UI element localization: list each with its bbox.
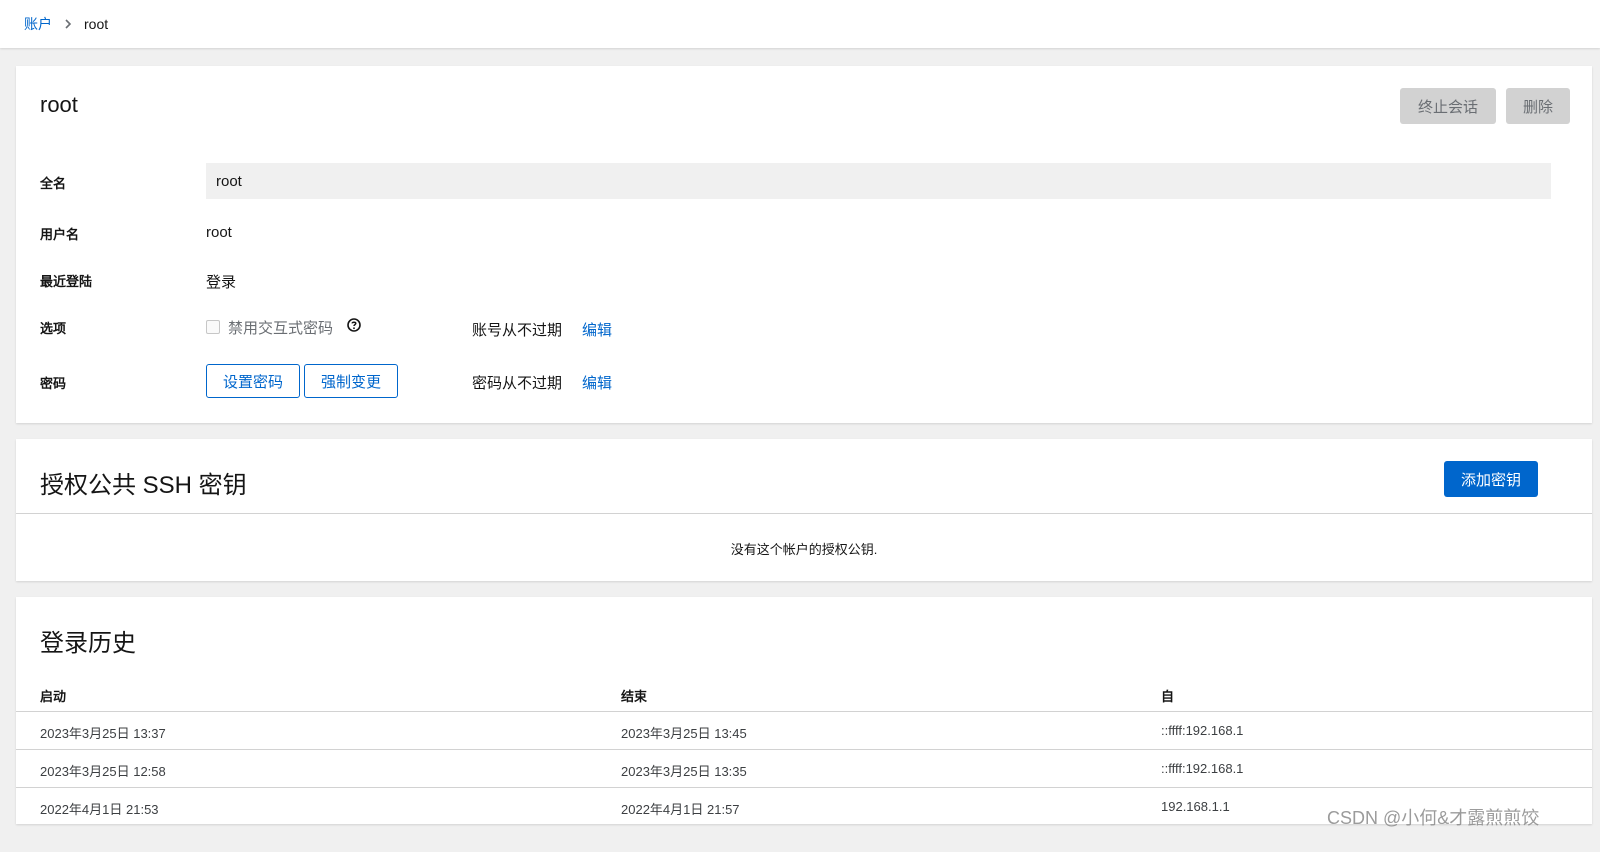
account-card: root 终止会话 删除 全名 root 用户名 root 最近登陆 登录 选项… xyxy=(16,66,1592,423)
account-expiry-edit-link[interactable]: 编辑 xyxy=(582,319,612,340)
ssh-empty-message: 没有这个帐户的授权公钥. xyxy=(730,542,878,557)
breadcrumb-current: root xyxy=(84,16,109,32)
account-expiry-text: 账号从不过期 xyxy=(472,322,563,339)
password-expiry-edit-link[interactable]: 编辑 xyxy=(582,372,612,393)
password-label: 密码 xyxy=(40,376,67,391)
chevron-right-icon xyxy=(64,19,72,29)
login-history-card: 登录历史 启动 结束 自 2023年3月25日 13:37 2023年3月25日… xyxy=(16,597,1592,824)
account-title: root xyxy=(40,92,78,117)
username-label: 用户名 xyxy=(40,227,80,242)
cell-from: ::ffff:192.168.1 xyxy=(1161,761,1244,776)
table-row: 2023年3月25日 12:58 2023年3月25日 13:35 ::ffff… xyxy=(16,750,1592,788)
delete-account-button[interactable]: 删除 xyxy=(1506,88,1570,124)
last-login-value: 登录 xyxy=(206,274,237,291)
terminate-session-button[interactable]: 终止会话 xyxy=(1400,88,1496,124)
cell-from: ::ffff:192.168.1 xyxy=(1161,723,1244,738)
cell-end: 2023年3月25日 13:45 xyxy=(621,726,747,741)
column-header-start: 启动 xyxy=(40,689,67,704)
disable-interactive-password-checkbox[interactable] xyxy=(206,320,220,334)
cell-from: 192.168.1.1 xyxy=(1161,799,1230,814)
breadcrumb-accounts-link[interactable]: 账户 xyxy=(24,14,52,34)
last-login-label: 最近登陆 xyxy=(40,274,93,289)
cell-start: 2023年3月25日 13:37 xyxy=(40,726,166,741)
login-history-title: 登录历史 xyxy=(40,630,136,657)
password-expiry-text: 密码从不过期 xyxy=(472,375,563,392)
ssh-keys-title: 授权公共 SSH 密钥 xyxy=(40,472,247,499)
options-label: 选项 xyxy=(40,321,67,336)
disable-interactive-password-label: 禁用交互式密码 xyxy=(228,320,334,337)
set-password-button[interactable]: 设置密码 xyxy=(206,364,300,398)
cell-start: 2022年4月1日 21:53 xyxy=(40,802,159,817)
question-circle-icon[interactable] xyxy=(347,318,361,332)
cell-end: 2023年3月25日 13:35 xyxy=(621,764,747,779)
column-header-from: 自 xyxy=(1161,689,1175,704)
fullname-label: 全名 xyxy=(40,176,67,191)
fullname-field[interactable]: root xyxy=(206,163,1551,199)
login-history-table: 启动 结束 自 2023年3月25日 13:37 2023年3月25日 13:4… xyxy=(16,675,1592,825)
watermark: CSDN @小何&才露煎煎饺 xyxy=(1327,808,1540,828)
cell-start: 2023年3月25日 12:58 xyxy=(40,764,166,779)
force-change-button[interactable]: 强制变更 xyxy=(304,364,398,398)
ssh-keys-card: 授权公共 SSH 密钥 添加密钥 没有这个帐户的授权公钥. xyxy=(16,439,1592,581)
username-value: root xyxy=(206,224,232,241)
breadcrumb-bar: 账户 root xyxy=(0,0,1600,48)
table-row: 2023年3月25日 13:37 2023年3月25日 13:45 ::ffff… xyxy=(16,712,1592,750)
divider xyxy=(16,513,1592,514)
cell-end: 2022年4月1日 21:57 xyxy=(621,802,740,817)
column-header-end: 结束 xyxy=(621,689,648,704)
add-key-button[interactable]: 添加密钥 xyxy=(1444,461,1538,497)
table-header: 启动 结束 自 xyxy=(16,675,1592,712)
